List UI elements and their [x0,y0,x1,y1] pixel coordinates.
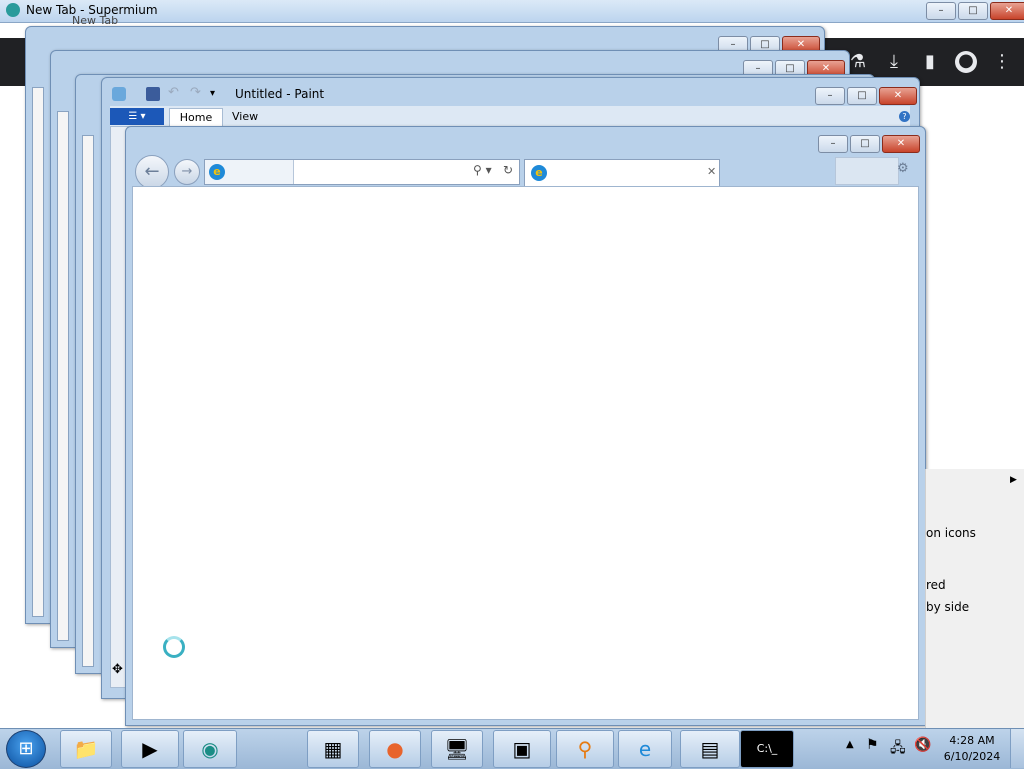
address-bar[interactable]: e ⚲ ▾ ↻ [204,159,520,185]
disk-icon[interactable]: ▣ [493,730,551,768]
task-manager-icon[interactable]: ▤ [680,730,740,768]
ie-minimize-button[interactable]: – [818,135,848,153]
tab-home[interactable]: Home [169,108,223,127]
media-player-icon[interactable]: ▶ [121,730,179,768]
loading-spinner-icon [163,636,185,658]
redo-icon[interactable]: ↷ [190,85,201,100]
calculator-icon[interactable]: ▦ [307,730,359,768]
remote-desktop-icon[interactable]: 🖥 [431,730,483,768]
ie-maximize-button[interactable]: □ [850,135,880,153]
supermium-icon[interactable]: ◉ [183,730,237,768]
context-menu-item-stacked[interactable]: red [926,578,946,592]
clock-time: 4:28 AM [949,734,995,747]
supermium-title-bar[interactable]: New Tab - Supermium New Tab [0,0,1024,27]
action-center-flag-icon[interactable]: ⚑ [866,737,879,753]
back-button[interactable]: ← [135,155,169,189]
side-panel-icon[interactable]: ▮ [920,52,940,72]
submenu-arrow-icon: ▶ [1010,475,1017,485]
refresh-icon[interactable]: ↻ [503,163,513,177]
paint-app-icon [112,87,126,101]
profile-icon[interactable]: ● [955,51,977,73]
ie-close-button[interactable]: ✕ [882,135,920,153]
paint-window-title: Untitled - Paint [235,87,325,101]
supermium-icon [6,3,20,17]
search-icon[interactable]: ⚲ [556,730,614,768]
supermium-close-button[interactable]: ✕ [990,2,1024,20]
ie-content-area[interactable] [132,186,919,720]
file-explorer-icon[interactable]: 📁 [60,730,112,768]
paint-file-menu-button[interactable]: ☰ ▾ [110,108,164,125]
supermium-maximize-button[interactable]: □ [958,2,988,20]
show-hidden-icons-icon[interactable]: ▲ [846,739,854,750]
menu-icon[interactable]: ⋮ [992,52,1012,72]
start-button[interactable]: ⊞ [6,730,46,768]
context-menu-item-icons[interactable]: on icons [926,526,976,540]
ie-tab[interactable]: e ✕ [524,159,720,187]
tab-view[interactable]: View [232,110,258,123]
ie-toolbar-area [835,157,899,185]
system-clock[interactable]: 4:28 AM 6/10/2024 [940,733,1004,765]
ie-tab-icon: e [531,165,547,181]
command-prompt-icon[interactable]: C:\_ [740,730,794,768]
paint-close-button[interactable]: ✕ [879,87,917,105]
help-icon[interactable]: ? [899,111,910,122]
show-desktop-button[interactable] [1010,729,1024,768]
volume-muted-icon[interactable]: 🔇 [914,737,931,753]
paint-minimize-button[interactable]: – [815,87,845,105]
supermium-minimize-button[interactable]: – [926,2,956,20]
context-menu-item-side-by-side[interactable]: by side [926,600,969,614]
labs-icon[interactable]: ⚗ [848,52,868,72]
quick-access-dropdown-icon[interactable]: ▾ [210,88,215,99]
context-menu: ▶ on icons red by side [925,469,1024,728]
internet-explorer-icon[interactable]: e [618,730,672,768]
network-icon[interactable]: 🖧 [890,737,906,761]
clock-date: 6/10/2024 [943,750,1001,763]
move-cursor-icon: ✥ [112,662,123,677]
search-dropdown-icon[interactable]: ⚲ ▾ [473,163,492,177]
undo-icon[interactable]: ↶ [168,85,179,100]
download-icon[interactable]: ⤓ [884,52,904,72]
firefox-icon[interactable]: ● [369,730,421,768]
forward-button[interactable]: → [174,159,200,185]
close-tab-icon[interactable]: ✕ [707,165,716,178]
paint-maximize-button[interactable]: □ [847,87,877,105]
gear-icon[interactable]: ⚙ [897,161,909,176]
save-icon[interactable] [146,87,160,101]
ie-page-icon: e [209,164,225,180]
paint-ribbon [110,106,910,127]
